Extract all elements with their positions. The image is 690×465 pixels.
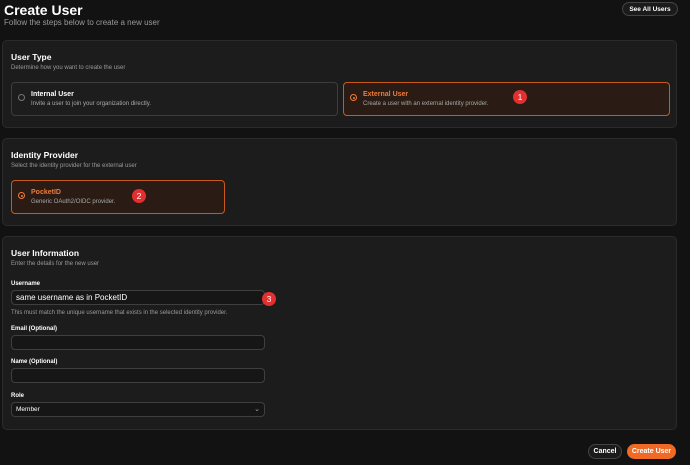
chevron-down-icon: ⌄ (254, 406, 260, 413)
external-user-title: External User (363, 91, 409, 98)
username-input[interactable]: same username as in PocketID (11, 290, 265, 305)
external-user-option[interactable]: External User Create a user with an exte… (343, 82, 670, 116)
create-user-button[interactable]: Create User (627, 444, 676, 459)
name-label: Name (Optional) (11, 359, 58, 365)
page-title: Create User (4, 2, 83, 18)
role-select-value: Member (16, 406, 40, 413)
pocketid-radio[interactable] (18, 192, 25, 199)
internal-user-description: Invite a user to join your organization … (31, 101, 151, 107)
see-all-users-button[interactable]: See All Users (622, 2, 678, 16)
identity-provider-description: Select the identity provider for the ext… (11, 163, 137, 169)
role-label: Role (11, 393, 25, 399)
cancel-button[interactable]: Cancel (588, 444, 622, 459)
user-type-card: User Type Determine how you want to crea… (2, 40, 677, 128)
pocketid-option[interactable]: PocketID Generic OAuth2/OIDC provider. 2 (11, 180, 225, 214)
email-input[interactable] (11, 335, 265, 350)
user-information-title: User Information (11, 248, 80, 258)
internal-user-option[interactable]: Internal User Invite a user to join your… (11, 82, 338, 116)
external-user-radio[interactable] (350, 94, 357, 101)
page-subtitle: Follow the steps below to create a new u… (4, 18, 160, 27)
step-marker-3: 3 (262, 292, 276, 306)
user-information-card: User Information Enter the details for t… (2, 236, 677, 430)
role-select[interactable]: Member ⌄ (11, 402, 265, 417)
identity-provider-title: Identity Provider (11, 150, 79, 160)
email-label: Email (Optional) (11, 326, 58, 332)
pocketid-description: Generic OAuth2/OIDC provider. (31, 199, 116, 205)
user-information-description: Enter the details for the new user (11, 261, 100, 267)
step-marker-1: 1 (513, 90, 527, 104)
internal-user-radio[interactable] (18, 94, 25, 101)
external-user-description: Create a user with an external identity … (363, 101, 489, 107)
username-label: Username (11, 281, 41, 287)
step-marker-2: 2 (132, 189, 146, 203)
username-hint: This must match the unique username that… (11, 310, 228, 316)
internal-user-title: Internal User (31, 91, 74, 98)
pocketid-title: PocketID (31, 189, 61, 196)
name-input[interactable] (11, 368, 265, 383)
identity-provider-card: Identity Provider Select the identity pr… (2, 138, 677, 226)
user-type-title: User Type (11, 52, 52, 62)
user-type-description: Determine how you want to create the use… (11, 65, 126, 71)
